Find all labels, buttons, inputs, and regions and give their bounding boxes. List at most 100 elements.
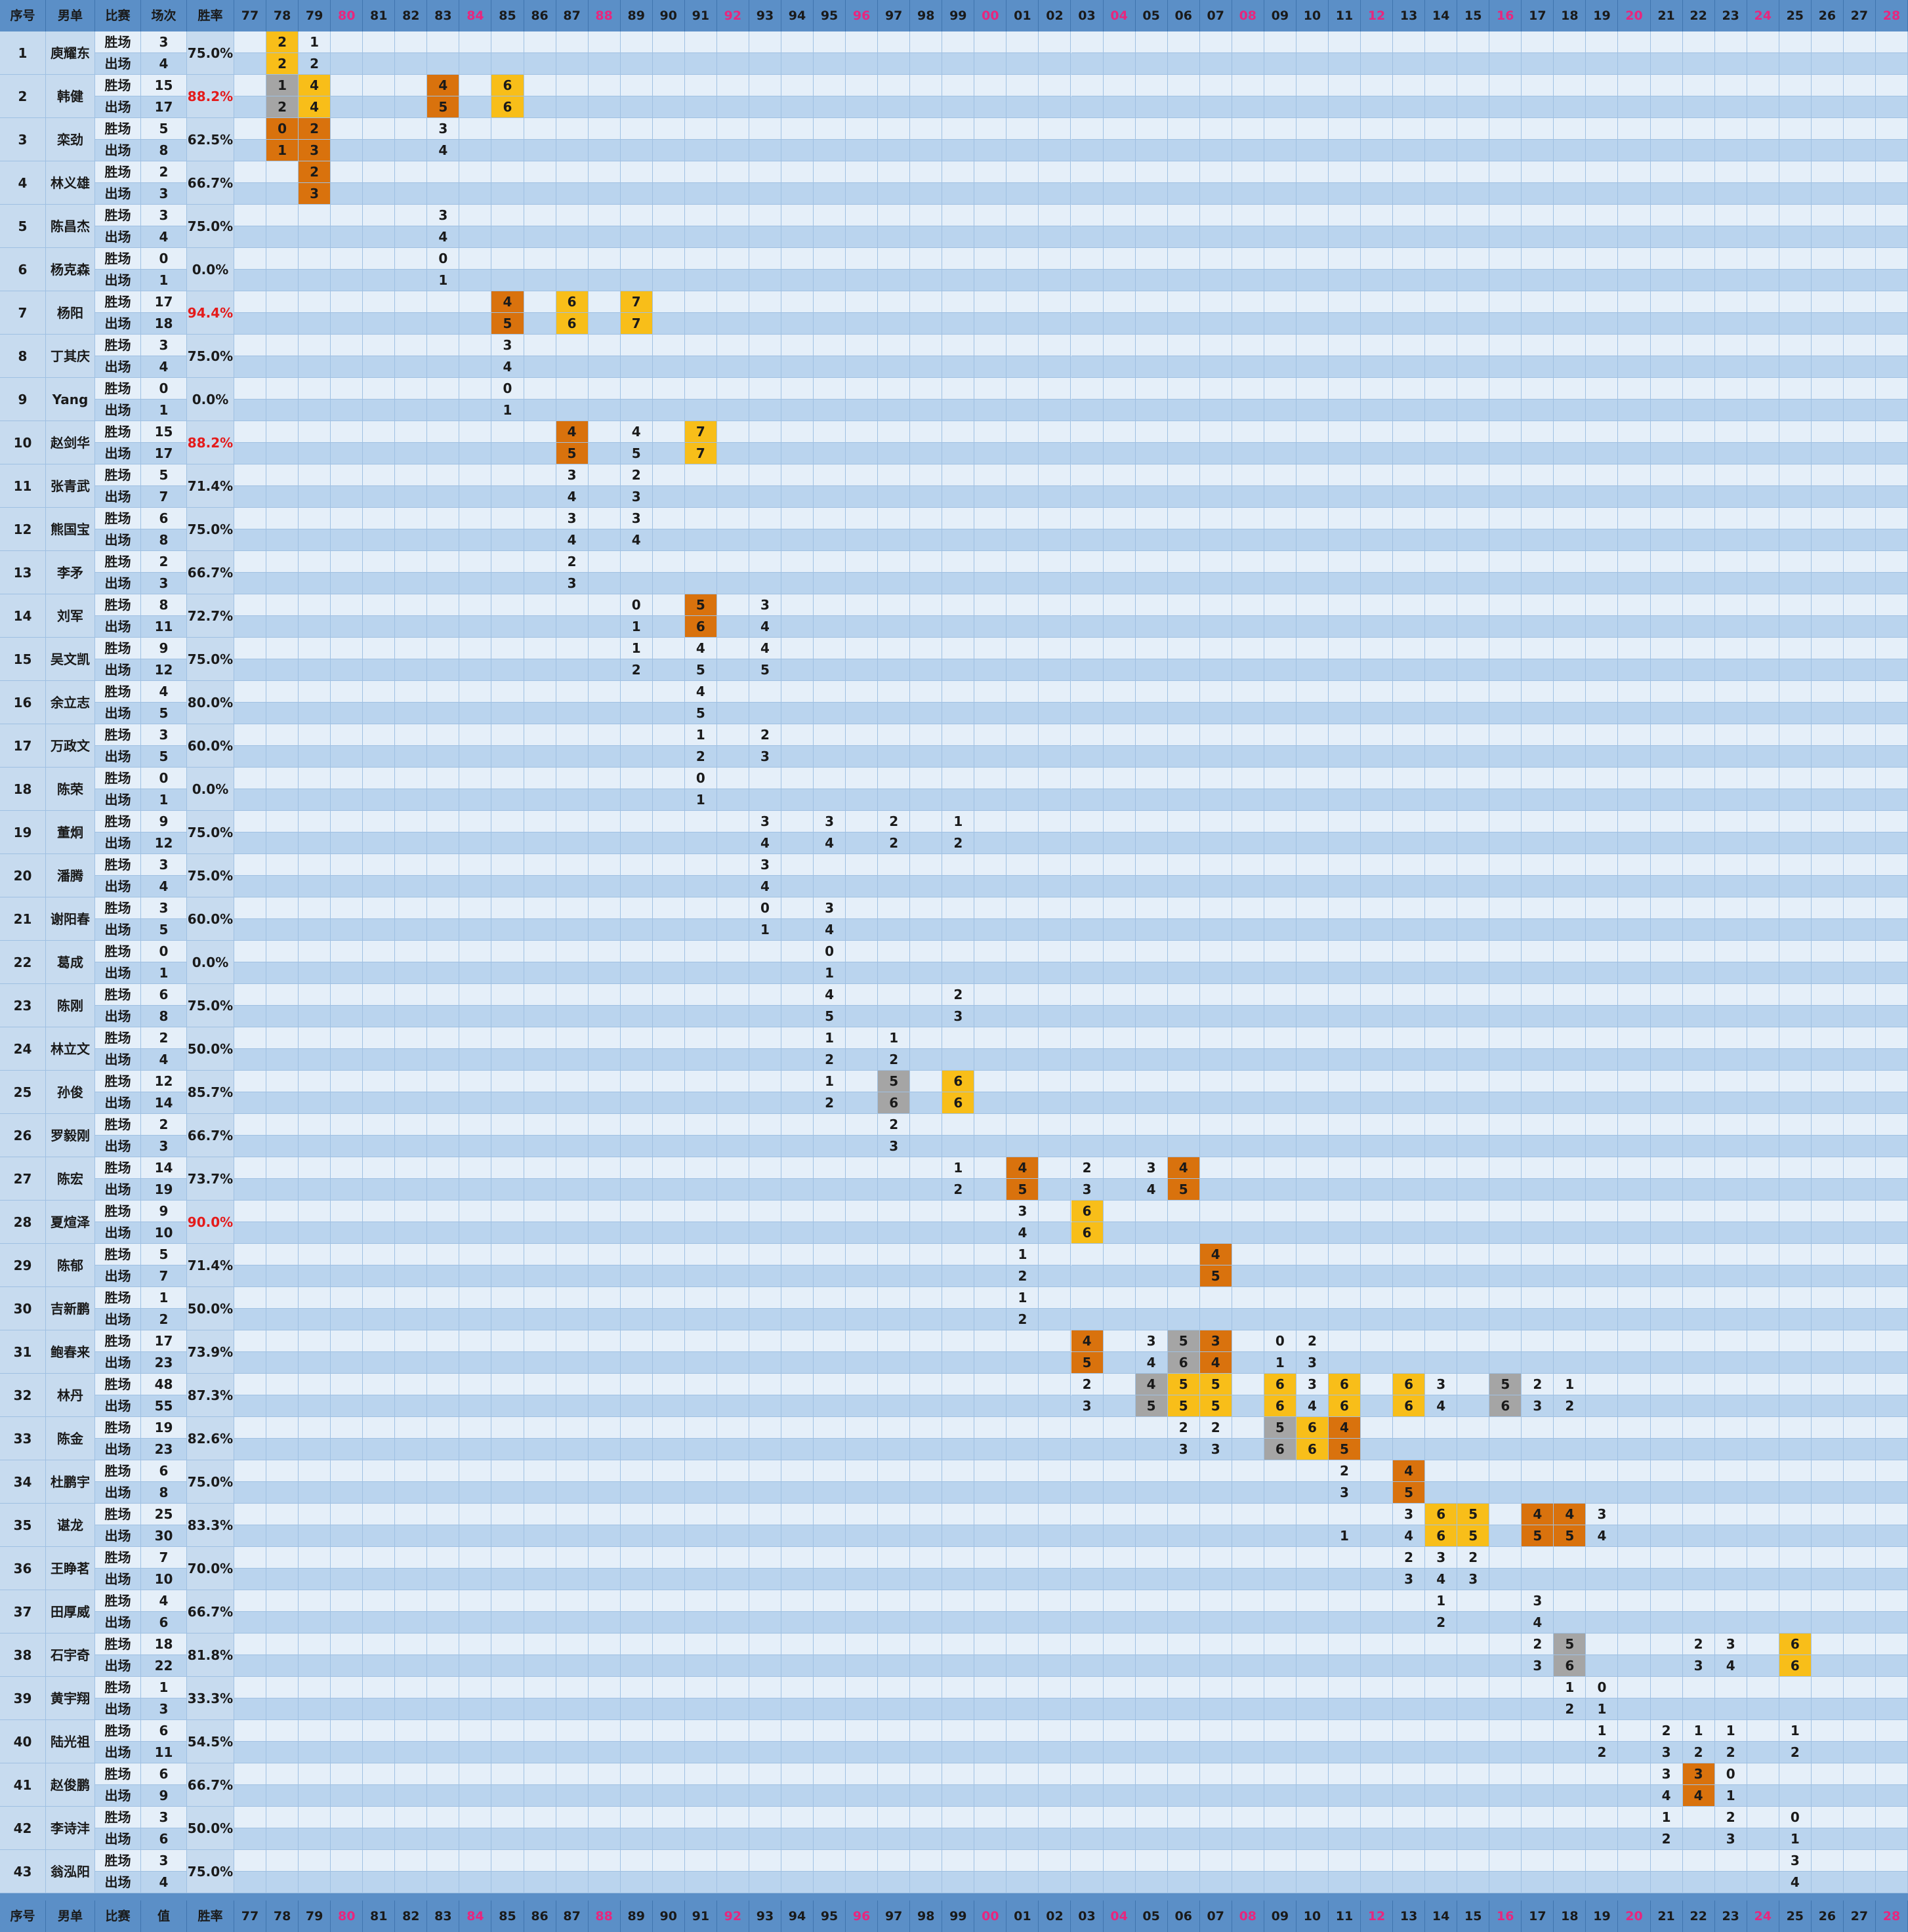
year-cell bbox=[395, 1677, 428, 1698]
year-cell bbox=[652, 1569, 685, 1590]
year-cell bbox=[1875, 486, 1908, 508]
year-cell bbox=[331, 594, 363, 616]
year-cell bbox=[1811, 1374, 1844, 1395]
year-cell bbox=[1361, 1071, 1394, 1092]
year-cell bbox=[684, 400, 717, 421]
year-cell bbox=[363, 789, 396, 811]
year-cell bbox=[1296, 1569, 1329, 1590]
year-cell bbox=[331, 768, 363, 789]
year-win-value: 1 bbox=[814, 1071, 846, 1092]
year-cell bbox=[1361, 659, 1394, 681]
year-cell bbox=[1199, 529, 1232, 551]
year-cell bbox=[1361, 854, 1394, 876]
year-cell bbox=[684, 248, 717, 270]
year-cell bbox=[524, 811, 556, 832]
year-cell bbox=[1682, 421, 1715, 443]
year-cell bbox=[1714, 1179, 1747, 1201]
year-cell bbox=[299, 205, 331, 226]
year-cell bbox=[1586, 919, 1619, 941]
year-cell bbox=[1006, 183, 1039, 205]
year-cell bbox=[1650, 1049, 1683, 1071]
year-cell bbox=[266, 161, 299, 183]
year-win-value: 5 bbox=[878, 1071, 911, 1092]
total-wins: 6 bbox=[141, 508, 187, 529]
year-cell bbox=[266, 962, 299, 984]
year-cell bbox=[910, 161, 943, 183]
header-year: 91 bbox=[685, 0, 717, 31]
year-cell bbox=[1650, 594, 1683, 616]
year-cell bbox=[1361, 746, 1394, 768]
year-cell bbox=[1232, 1287, 1264, 1309]
year-play-value: 2 bbox=[299, 53, 331, 75]
year-cell bbox=[1554, 616, 1587, 638]
year-cell bbox=[1264, 1590, 1296, 1612]
year-cell bbox=[1199, 486, 1232, 508]
year-win-value: 3 bbox=[1296, 1374, 1329, 1395]
year-cell bbox=[1199, 789, 1232, 811]
year-cell bbox=[1425, 1720, 1458, 1742]
year-cell bbox=[781, 832, 814, 854]
year-cell bbox=[814, 1460, 846, 1482]
year-cell bbox=[910, 616, 943, 638]
year-cell bbox=[331, 443, 363, 464]
year-cell bbox=[781, 1330, 814, 1352]
year-cell bbox=[1264, 1525, 1296, 1547]
year-cell bbox=[395, 854, 428, 876]
year-cell bbox=[1714, 1027, 1747, 1049]
year-cell bbox=[1554, 31, 1587, 53]
year-cell bbox=[1232, 1092, 1264, 1114]
player-index: 32 bbox=[0, 1374, 46, 1417]
player-index: 29 bbox=[0, 1244, 46, 1287]
year-play-value: 3 bbox=[1393, 1569, 1426, 1590]
year-cell bbox=[331, 1590, 363, 1612]
year-cell bbox=[1328, 1265, 1361, 1287]
year-cell bbox=[1199, 616, 1232, 638]
year-cell bbox=[427, 1417, 460, 1439]
year-cell bbox=[684, 1374, 717, 1395]
year-win-value: 5 bbox=[684, 594, 717, 616]
year-cell bbox=[459, 1763, 492, 1785]
win-label: 胜场 bbox=[95, 594, 141, 616]
play-label: 出场 bbox=[95, 1092, 141, 1114]
year-cell bbox=[524, 1634, 556, 1655]
year-cell bbox=[878, 1504, 911, 1525]
year-cell bbox=[459, 1504, 492, 1525]
year-cell bbox=[1489, 486, 1522, 508]
year-cell bbox=[427, 443, 460, 464]
year-cell bbox=[1006, 75, 1039, 96]
year-cell bbox=[716, 616, 749, 638]
year-cell bbox=[942, 1374, 975, 1395]
year-cell bbox=[652, 1265, 685, 1287]
year-cell bbox=[1554, 1785, 1587, 1807]
header-year: 25 bbox=[1779, 0, 1812, 31]
year-cell bbox=[1361, 1504, 1394, 1525]
year-cell bbox=[1457, 529, 1490, 551]
year-win-value: 3 bbox=[620, 508, 653, 529]
header-type: 比赛 bbox=[95, 0, 141, 31]
year-cell bbox=[749, 335, 781, 356]
year-cell bbox=[974, 638, 1007, 659]
year-cell bbox=[1554, 1439, 1587, 1460]
year-cell bbox=[1682, 594, 1715, 616]
year-cell bbox=[524, 1612, 556, 1634]
year-cell bbox=[652, 1157, 685, 1179]
year-cell bbox=[1489, 443, 1522, 464]
year-cell bbox=[1199, 1027, 1232, 1049]
year-play-value: 3 bbox=[1328, 1482, 1361, 1504]
year-cell bbox=[266, 1525, 299, 1547]
year-cell bbox=[427, 1677, 460, 1698]
play-label: 出场 bbox=[95, 1395, 141, 1417]
year-cell bbox=[1232, 1460, 1264, 1482]
year-cell bbox=[781, 551, 814, 573]
header-year: 79 bbox=[299, 0, 331, 31]
year-cell bbox=[1747, 1698, 1779, 1720]
year-cell bbox=[716, 313, 749, 335]
year-cell bbox=[781, 140, 814, 161]
year-win-value: 4 bbox=[1393, 1460, 1426, 1482]
year-cell bbox=[395, 876, 428, 897]
year-cell bbox=[814, 313, 846, 335]
year-cell bbox=[1747, 1439, 1779, 1460]
year-cell bbox=[684, 96, 717, 118]
year-cell bbox=[716, 1634, 749, 1655]
year-cell bbox=[1135, 270, 1168, 291]
